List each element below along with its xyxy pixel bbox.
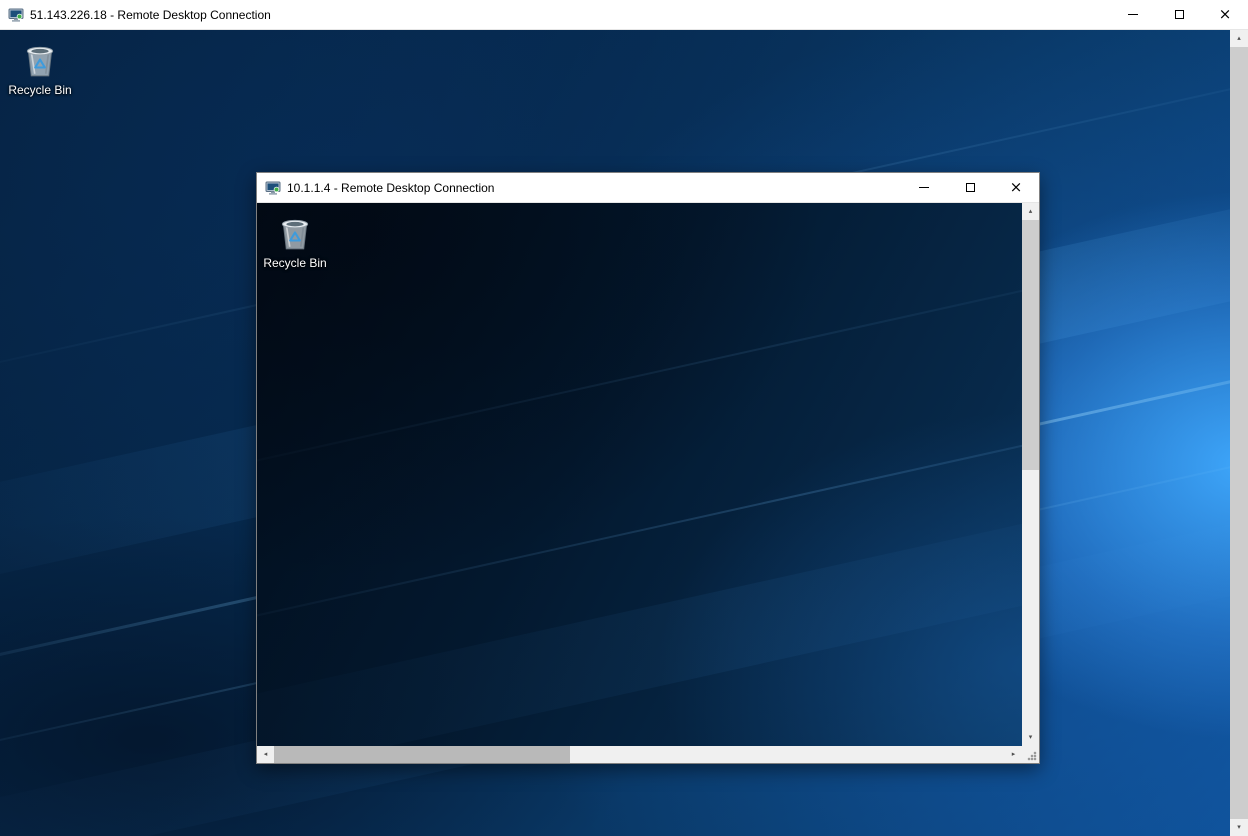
outer-maximize-button[interactable]: [1156, 0, 1202, 29]
vertical-scrollbar-thumb[interactable]: [1022, 220, 1039, 470]
scroll-left-icon: ◂: [263, 750, 268, 758]
minimize-icon: [1128, 14, 1138, 15]
outer-close-button[interactable]: ×: [1202, 0, 1248, 29]
scroll-up-button[interactable]: ▴: [1022, 203, 1039, 220]
scroll-right-button[interactable]: ▸: [1005, 746, 1022, 763]
horizontal-scrollbar-thumb[interactable]: [274, 746, 570, 763]
scroll-down-button[interactable]: ▾: [1230, 819, 1248, 836]
scrollbar-corner[interactable]: [1022, 746, 1039, 763]
outer-titlebar[interactable]: 51.143.226.18 - Remote Desktop Connectio…: [0, 0, 1248, 30]
outer-window-title: 51.143.226.18 - Remote Desktop Connectio…: [30, 7, 271, 22]
inner-window-title: 10.1.1.4 - Remote Desktop Connection: [287, 180, 495, 195]
scroll-down-icon: ▾: [1028, 733, 1033, 741]
close-icon: ×: [1009, 178, 1023, 196]
inner-remote-desktop[interactable]: Recycle Bin: [257, 203, 1022, 746]
inner-horizontal-scrollbar[interactable]: ◂ ▸: [257, 746, 1022, 763]
inner-maximize-button[interactable]: [947, 173, 993, 202]
desktop-icon-label: Recycle Bin: [8, 83, 72, 97]
scroll-left-button[interactable]: ◂: [257, 746, 274, 763]
outer-remote-desktop[interactable]: Recycle Bin 10.1.1.4 - Remote Desktop Co…: [0, 30, 1230, 836]
rdp-app-icon[interactable]: [8, 7, 24, 23]
scroll-up-button[interactable]: ▴: [1230, 30, 1248, 47]
scroll-up-icon: ▴: [1237, 34, 1241, 42]
inner-rdp-window: 10.1.1.4 - Remote Desktop Connection × R…: [256, 172, 1040, 764]
inner-close-button[interactable]: ×: [993, 173, 1039, 202]
resize-grip-icon: [1027, 751, 1037, 761]
wallpaper-beam: [257, 223, 1022, 485]
inner-titlebar[interactable]: 10.1.1.4 - Remote Desktop Connection ×: [257, 173, 1039, 203]
close-icon: ×: [1218, 5, 1232, 23]
recycle-bin-icon: [281, 219, 309, 250]
maximize-icon: [965, 183, 975, 192]
desktop-icon-label: Recycle Bin: [263, 256, 327, 270]
scroll-down-icon: ▾: [1237, 823, 1241, 831]
wallpaper-beam: [257, 459, 1022, 746]
wallpaper-beam: [257, 378, 1022, 640]
rdp-app-icon[interactable]: [265, 180, 281, 196]
recycle-bin-icon: [26, 46, 54, 77]
minimize-icon: [919, 187, 929, 188]
outer-minimize-button[interactable]: [1110, 0, 1156, 29]
inner-client-area: Recycle Bin ▴ ▾ ◂ ▸: [257, 203, 1039, 763]
maximize-icon: [1174, 10, 1184, 19]
scroll-up-icon: ▴: [1028, 207, 1033, 215]
inner-vertical-scrollbar[interactable]: ▴ ▾: [1022, 203, 1039, 746]
desktop-icon-recycle-bin-inner[interactable]: Recycle Bin: [260, 211, 330, 270]
scroll-down-button[interactable]: ▾: [1022, 729, 1039, 746]
outer-vertical-scrollbar[interactable]: ▴ ▾: [1230, 30, 1248, 836]
outer-rdp-window: 51.143.226.18 - Remote Desktop Connectio…: [0, 0, 1248, 836]
scroll-right-icon: ▸: [1011, 750, 1016, 758]
inner-minimize-button[interactable]: [901, 173, 947, 202]
desktop-icon-recycle-bin-outer[interactable]: Recycle Bin: [5, 38, 75, 97]
vertical-scrollbar-thumb[interactable]: [1230, 47, 1248, 819]
